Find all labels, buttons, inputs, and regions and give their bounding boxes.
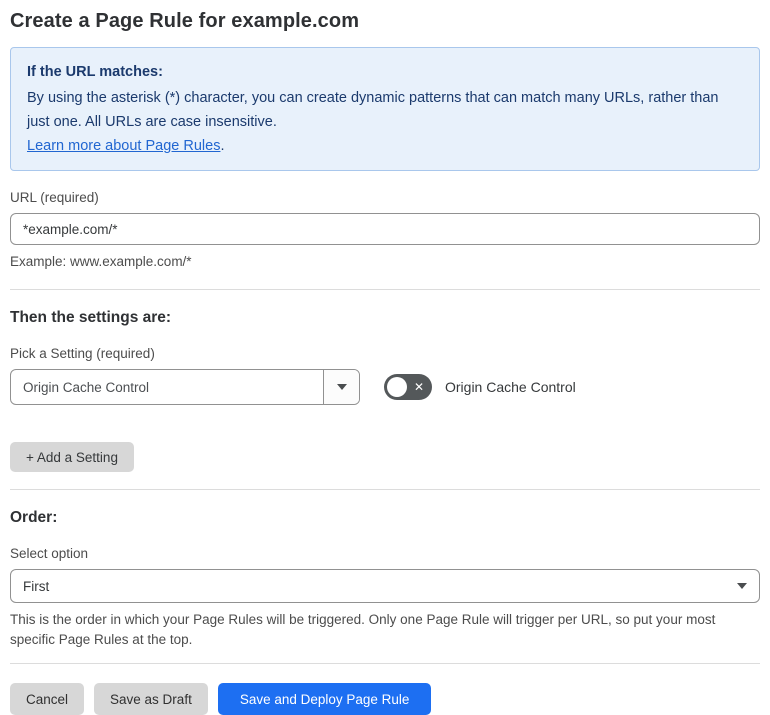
toggle-knob <box>387 377 407 397</box>
setting-picker-dropdown[interactable]: Origin Cache Control <box>10 369 360 405</box>
divider <box>10 663 760 664</box>
info-box-heading: If the URL matches: <box>27 64 163 80</box>
url-input[interactable] <box>10 213 760 245</box>
info-link-line: Learn more about Page Rules. <box>27 134 743 158</box>
toggle-label: Origin Cache Control <box>445 379 576 395</box>
link-suffix: . <box>220 138 225 154</box>
url-matches-info-box: If the URL matches: By using the asteris… <box>10 47 760 171</box>
setting-picker-value: Origin Cache Control <box>23 379 150 395</box>
url-example-helper: Example: www.example.com/* <box>10 254 192 269</box>
learn-more-link[interactable]: Learn more about Page Rules <box>27 138 220 154</box>
divider <box>10 489 760 490</box>
setting-row: Origin Cache Control ✕ Origin Cache Cont… <box>10 369 760 405</box>
save-as-draft-button[interactable]: Save as Draft <box>94 683 208 715</box>
settings-section-heading: Then the settings are: <box>10 309 172 326</box>
add-setting-button[interactable]: + Add a Setting <box>10 442 134 472</box>
footer-actions: Cancel Save as Draft Save and Deploy Pag… <box>10 683 760 715</box>
pick-setting-label: Pick a Setting (required) <box>10 346 155 361</box>
chevron-down-icon <box>336 384 347 390</box>
dropdown-arrow-button[interactable] <box>323 370 359 404</box>
order-helper-text: This is the order in which your Page Rul… <box>10 612 716 647</box>
order-section-heading: Order: <box>10 509 58 526</box>
info-box-body: By using the asterisk (*) character, you… <box>27 90 719 130</box>
x-icon: ✕ <box>413 380 424 394</box>
chevron-down-icon <box>737 583 747 589</box>
cancel-button[interactable]: Cancel <box>10 683 85 715</box>
select-option-label: Select option <box>10 546 89 561</box>
divider <box>10 289 760 290</box>
page-title: Create a Page Rule for example.com <box>10 10 360 32</box>
save-and-deploy-button[interactable]: Save and Deploy Page Rule <box>217 683 432 715</box>
origin-cache-control-toggle[interactable]: ✕ <box>384 374 432 400</box>
url-field-label: URL (required) <box>10 190 99 205</box>
order-select-value: First <box>23 578 50 594</box>
order-select[interactable]: First <box>10 569 760 603</box>
